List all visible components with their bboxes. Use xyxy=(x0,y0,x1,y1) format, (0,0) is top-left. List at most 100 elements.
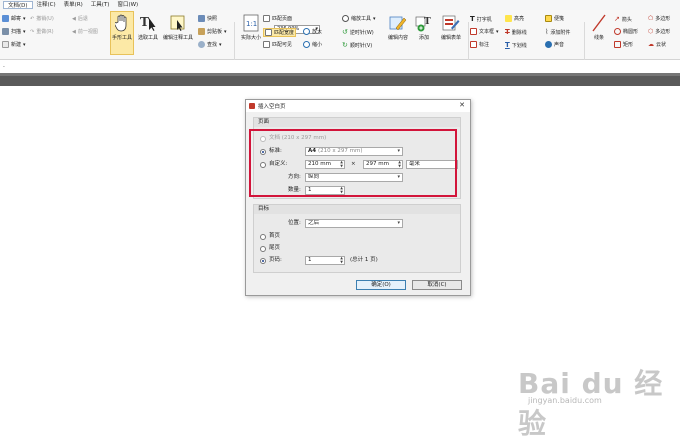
redo-button[interactable]: ↷ 重做(R) xyxy=(30,28,54,36)
undo-icon: ↶ xyxy=(30,15,35,22)
radio-custom[interactable] xyxy=(260,162,266,168)
unit-select[interactable]: 毫米 xyxy=(406,160,458,169)
page-group: 页面 文档 (210 x 297 mm) 标准: A4 (210 x 297 m… xyxy=(253,117,461,199)
count-input[interactable]: 1 ▲ ▼ xyxy=(305,186,345,195)
standard-size-select[interactable]: A4 (210 x 297 mm) ▾ xyxy=(305,147,403,156)
radio-document[interactable] xyxy=(260,136,266,142)
radio-standard[interactable] xyxy=(260,149,266,155)
textbox-button[interactable]: 文本框 ▾ xyxy=(470,28,499,35)
radio-standard-label: 标准: xyxy=(269,148,282,154)
spinner-icon[interactable]: ▲ ▼ xyxy=(398,161,401,168)
cancel-button[interactable]: 取消(C) xyxy=(412,280,462,290)
scan-button[interactable]: 扫描 ▾ xyxy=(2,28,26,35)
highlight-button[interactable]: 高亮 xyxy=(505,15,524,22)
position-select[interactable]: 之后 ▾ xyxy=(305,219,403,228)
menu-comment[interactable]: 注释(C) xyxy=(33,1,60,9)
polygon-icon: ⬠ xyxy=(648,15,654,22)
custom-width-input[interactable]: 210 mm ▲ ▼ xyxy=(305,160,345,169)
note-button[interactable]: 便笺 xyxy=(545,15,564,22)
app-icon xyxy=(249,103,255,109)
actual-size-button[interactable]: 1:1 实际大小 xyxy=(238,12,264,41)
page-group-header: 页面 xyxy=(254,118,460,127)
zoom-out-button[interactable]: 缩小 xyxy=(303,41,322,48)
edit-content-button[interactable]: 编辑内容 xyxy=(385,12,411,41)
close-icon[interactable]: ✕ xyxy=(459,101,465,109)
ok-button[interactable]: 确定(O) xyxy=(356,280,406,290)
hand-tool-button[interactable]: 手形工具 xyxy=(110,11,134,55)
hand-icon xyxy=(112,12,132,34)
radio-page-number[interactable] xyxy=(260,258,266,264)
edit-annotation-icon xyxy=(168,12,188,34)
camera-icon xyxy=(198,15,205,22)
radio-first-page[interactable] xyxy=(260,234,266,240)
spinner-icon[interactable]: ▲ ▼ xyxy=(340,187,343,194)
menu-window[interactable]: 窗口(W) xyxy=(113,1,142,9)
ribbon-separator xyxy=(234,22,235,62)
spinner-icon[interactable]: ▲ ▼ xyxy=(340,257,343,264)
menu-tools[interactable]: 工具(T) xyxy=(87,1,114,9)
polygon-tool-button[interactable]: ⬠ 多边形 xyxy=(648,15,670,22)
actual-size-icon: 1:1 xyxy=(241,12,261,34)
attach-file-button[interactable]: ⌇ 添加附件 xyxy=(545,28,570,36)
clipboard-button[interactable]: 剪贴板 ▾ xyxy=(198,28,227,35)
fit-width-button[interactable]: 匹配宽度 xyxy=(263,28,297,37)
target-group-header: 目标 xyxy=(254,205,460,214)
orientation-select[interactable]: 纵向 ▾ xyxy=(305,173,403,182)
scanner-icon xyxy=(2,28,9,35)
page-number-input[interactable]: 1 ▲ ▼ xyxy=(305,256,345,265)
zoom-tool-button[interactable]: 缩放工具 ▾ xyxy=(342,15,376,22)
ribbon-separator xyxy=(584,22,585,62)
target-group: 目标 位置: 之后 ▾ 首页 尾页 页码: 1 ▲ ▼ (总计 1 页) xyxy=(253,204,461,273)
rotate-clockwise-button[interactable]: ↻ 顺时针(V) xyxy=(342,41,372,49)
ribbon-separator xyxy=(468,22,469,62)
prev-view-button[interactable]: ◀ 前一视图 xyxy=(72,28,98,36)
dialog-titlebar: 插入空白页 ✕ xyxy=(246,100,470,112)
back-button[interactable]: ◀ 后退 xyxy=(72,15,88,23)
underline-button[interactable]: T 下划线 xyxy=(505,41,527,49)
find-button[interactable]: 查找 ▾ xyxy=(198,41,222,48)
snapshot-button[interactable]: 快照 xyxy=(198,15,217,22)
fit-page-button[interactable]: 匹配页面 xyxy=(263,15,292,22)
line-tool-button[interactable]: 线条 xyxy=(588,12,610,41)
arrow-tool-button[interactable]: ↗ 箭头 xyxy=(614,15,632,23)
speaker-icon xyxy=(545,41,552,48)
chevron-down-icon: ▾ xyxy=(397,220,400,226)
position-label: 位置: xyxy=(288,220,301,226)
undo-button[interactable]: ↶ 撤销(U) xyxy=(30,15,54,23)
strikeout-button[interactable]: T 删除线 xyxy=(505,28,527,36)
radio-page-number-label: 页码: xyxy=(269,257,282,263)
mail-button[interactable]: 邮寄 ▾ xyxy=(2,15,26,22)
cloud-tool-button[interactable]: ☁ 云状 xyxy=(648,41,666,48)
highlight-icon xyxy=(505,15,512,22)
fit-page-icon xyxy=(263,15,270,22)
find-icon xyxy=(198,41,205,48)
arrow-icon: ↗ xyxy=(614,15,620,23)
rotate-counterclockwise-button[interactable]: ↺ 逆时针(W) xyxy=(342,28,374,36)
edit-content-icon xyxy=(388,12,408,34)
select-tool-button[interactable]: T 选取工具 xyxy=(136,12,160,41)
spinner-icon[interactable]: ▲ ▼ xyxy=(340,161,343,168)
sound-button[interactable]: 声音 xyxy=(545,41,564,48)
menu-document[interactable]: 文档(D) xyxy=(3,1,33,9)
radio-first-page-label: 首页 xyxy=(269,233,281,239)
ellipse-tool-button[interactable]: 椭圆形 xyxy=(614,28,638,35)
cloud-icon: ☁ xyxy=(648,41,654,48)
edit-annotation-tool-button[interactable]: 编辑注释工具 xyxy=(161,12,195,41)
typewriter-button[interactable]: T 打字机 xyxy=(470,15,492,23)
callout-button[interactable]: 标注 xyxy=(470,41,489,48)
custom-height-input[interactable]: 297 mm ▲ ▼ xyxy=(363,160,403,169)
edit-form-button[interactable]: 编辑表单 xyxy=(438,12,464,41)
zoom-in-button[interactable]: 放大 xyxy=(303,28,322,35)
chevron-down-icon: ▾ xyxy=(397,174,400,180)
rectangle-tool-button[interactable]: 矩形 xyxy=(614,41,633,48)
polyline-tool-button[interactable]: ⬡ 多边形 xyxy=(648,28,670,35)
fit-visible-button[interactable]: 匹配可见 xyxy=(263,41,292,48)
underline-icon: T xyxy=(505,41,510,49)
document-tab-bar xyxy=(0,73,680,86)
new-button[interactable]: 新建 ▾ xyxy=(2,41,26,48)
menu-form[interactable]: 表单(R) xyxy=(60,1,87,9)
add-text-icon: T xyxy=(414,12,434,34)
back-icon: ◀ xyxy=(72,15,76,22)
add-button[interactable]: T 添加 xyxy=(413,12,435,41)
radio-last-page[interactable] xyxy=(260,246,266,252)
